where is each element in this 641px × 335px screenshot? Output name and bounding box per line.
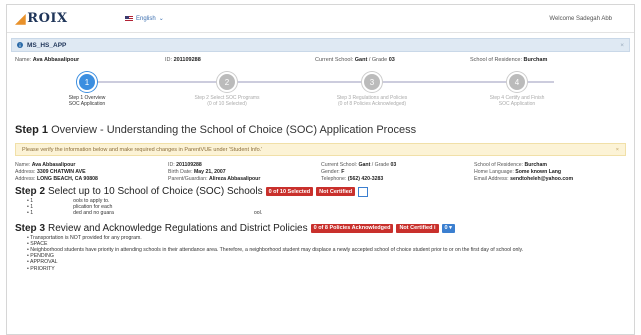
- step-3-label: Step 3 Regulations and Policies (0 of 8 P…: [336, 95, 408, 107]
- step-3-circle: 3: [362, 72, 382, 92]
- logo-text: ROIX: [27, 11, 68, 26]
- alert-text: Please verify the information below and …: [22, 146, 263, 153]
- summary-id: ID: 201109288: [165, 57, 201, 63]
- wizard-stepper: 1 Step 1 Overview SOC Application 2 Step …: [27, 72, 614, 120]
- step-4[interactable]: 4 Step 4 Certify and Finish SOC Applicati…: [467, 72, 567, 107]
- student-summary: Name: Ava Abbasalipour ID: 201109288 Cur…: [7, 52, 634, 68]
- step2-heading: Step 2 Select up to 10 School of Choice …: [15, 186, 626, 197]
- close-icon[interactable]: ×: [620, 42, 624, 49]
- not-certified-badge: Not Certified: [316, 187, 356, 196]
- page: ◢ ROIX English ⌄ Welcome Sadegah Abb i M…: [6, 4, 635, 335]
- detail-birth: Birth Date: May 21, 2007: [168, 169, 226, 175]
- summary-name: Name: Ava Abbasalipour: [15, 57, 80, 63]
- selected-count-badge: 0 of 10 Selected: [265, 187, 314, 196]
- detail-guardian: Parent/Guardian: Alireza Abbasalipour: [168, 176, 261, 182]
- summary-residence: School of Residence: Burcham: [470, 57, 548, 63]
- detail-school: Current School: Gant / Grade 03: [321, 162, 397, 168]
- welcome-user[interactable]: Welcome Sadegah Abb: [549, 16, 612, 22]
- chevron-down-icon: ⌄: [158, 16, 164, 22]
- summary-school: Current School: Gant / Grade 03: [315, 57, 395, 63]
- list-item: PRIORITY: [27, 266, 626, 272]
- app-title: MS_HS_APP: [27, 41, 67, 49]
- step2-bullets: 1ools to apply to. 1plication for each 1…: [27, 198, 626, 217]
- step-4-circle: 4: [507, 72, 527, 92]
- language-label: English: [136, 15, 156, 22]
- step-1-label: Step 1 Overview SOC Application: [68, 95, 106, 107]
- step-2-label: Step 2 Select SOC Programs (0 of 10 Selec…: [194, 95, 260, 107]
- verify-alert: Please verify the information below and …: [15, 143, 626, 156]
- step3-bullets: Transportation is NOT provided for any p…: [27, 235, 626, 272]
- step1-heading: Step 1 Overview - Understanding the Scho…: [15, 124, 417, 136]
- top-bar: ◢ ROIX English ⌄ Welcome Sadegah Abb: [7, 5, 634, 33]
- detail-id: ID: 201109288: [168, 162, 202, 168]
- not-certified-badge: Not Certified i: [396, 223, 439, 233]
- list-item: 1ded and no guaraool.: [27, 210, 626, 216]
- detail-gender: Gender: F: [321, 169, 345, 175]
- step-3[interactable]: 3 Step 3 Regulations and Policies (0 of 8…: [322, 72, 422, 107]
- language-selector[interactable]: English ⌄: [125, 15, 164, 22]
- student-details: Name: Ava Abbasalipour ID: 201109288 Cur…: [15, 162, 626, 182]
- logo[interactable]: ◢ ROIX: [15, 11, 93, 27]
- logo-mark-icon: ◢: [15, 10, 27, 27]
- step-1-circle: 1: [77, 72, 97, 92]
- step-2[interactable]: 2 Step 2 Select SOC Programs (0 of 10 Sel…: [177, 72, 277, 107]
- us-flag-icon: [125, 16, 133, 21]
- toggle-button[interactable]: 0 ▾: [441, 223, 455, 233]
- step-4-label: Step 4 Certify and Finish SOC Application: [489, 95, 545, 107]
- detail-residence: School of Residence: Burcham: [474, 162, 547, 168]
- detail-address2: Address: LONG BEACH, CA 90808: [15, 176, 98, 182]
- policies-ack-badge: 0 of 8 Policies Acknowledged: [310, 223, 394, 233]
- detail-address1: Address: 3309 CHATWIN AVE: [15, 169, 86, 175]
- info-circle-icon: i: [433, 225, 436, 232]
- step-2-circle: 2: [217, 72, 237, 92]
- detail-phone: Telephone: (562) 420-3283: [321, 176, 384, 182]
- detail-name: Name: Ava Abbasalipour: [15, 162, 76, 168]
- step3-heading: Step 3 Review and Acknowledge Regulation…: [15, 223, 626, 234]
- detail-language: Home Language: Some known Lang: [474, 169, 562, 175]
- alert-close-icon[interactable]: ×: [616, 147, 619, 153]
- step-1[interactable]: 1 Step 1 Overview SOC Application: [37, 72, 137, 107]
- tooltip-box: [358, 186, 369, 197]
- info-icon: i: [17, 42, 23, 48]
- detail-email: Email Address: sendtoheleh@yahoo.com: [474, 176, 574, 182]
- app-title-bar: i MS_HS_APP ×: [11, 38, 630, 52]
